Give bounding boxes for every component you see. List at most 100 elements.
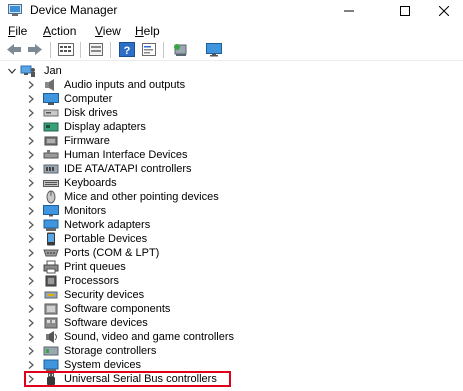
- chevron-right-icon[interactable]: [27, 221, 35, 229]
- chevron-right-icon[interactable]: [27, 193, 35, 201]
- properties-grid-icon[interactable]: [58, 42, 74, 57]
- chevron-right-icon[interactable]: [27, 361, 35, 369]
- firmware-icon: [43, 134, 59, 148]
- help-icon[interactable]: ?: [119, 42, 135, 57]
- toolbar-separator: [80, 42, 81, 58]
- tree-item[interactable]: Network adapters: [0, 218, 463, 232]
- tree-item[interactable]: Sound, video and game controllers: [0, 330, 463, 344]
- mouse-icon: [43, 190, 59, 204]
- hid-icon: [43, 148, 59, 162]
- tree-item[interactable]: Mice and other pointing devices: [0, 190, 463, 204]
- chevron-right-icon[interactable]: [27, 137, 35, 145]
- tree-item-label: Mice and other pointing devices: [64, 191, 219, 203]
- sound-controller-icon: [43, 330, 59, 344]
- tree-item-label: Sound, video and game controllers: [64, 331, 234, 343]
- toolbar-separator: [50, 42, 51, 58]
- tree-item-label: Computer: [64, 93, 113, 105]
- tree-item[interactable]: Keyboards: [0, 176, 463, 190]
- maximize-button[interactable]: [382, 0, 428, 21]
- properties-icon[interactable]: [141, 42, 157, 57]
- keyboard-icon: [43, 176, 59, 190]
- toolbar-separator: [110, 42, 111, 58]
- chevron-right-icon[interactable]: [27, 347, 35, 355]
- tree-item[interactable]: Firmware: [0, 134, 463, 148]
- tree-item[interactable]: Display adapters: [0, 120, 463, 134]
- tree-item-label: IDE ATA/ATAPI controllers: [64, 163, 192, 175]
- tree-item[interactable]: Portable Devices: [0, 232, 463, 246]
- tree-item[interactable]: IDE ATA/ATAPI controllers: [0, 162, 463, 176]
- menu-help[interactable]: Help: [135, 24, 160, 38]
- system-device-icon: [43, 358, 59, 372]
- back-arrow-icon[interactable]: [6, 42, 22, 57]
- tree-item-label: Storage controllers: [64, 345, 157, 357]
- chevron-down-icon[interactable]: [8, 67, 16, 75]
- tree-root-label: Jan: [44, 65, 62, 77]
- chevron-right-icon[interactable]: [27, 151, 35, 159]
- toolbar-separator: [163, 42, 164, 58]
- minimize-button[interactable]: [326, 0, 372, 21]
- forward-arrow-icon[interactable]: [27, 42, 43, 57]
- tree-item-label: Ports (COM & LPT): [64, 247, 160, 259]
- tree-item-label: Processors: [64, 275, 120, 287]
- menu-view[interactable]: View: [95, 24, 121, 38]
- tree-item[interactable]: Ports (COM & LPT): [0, 246, 463, 260]
- monitor-icon[interactable]: [206, 42, 222, 57]
- tree-item[interactable]: Storage controllers: [0, 344, 463, 358]
- computer-icon: [43, 92, 59, 106]
- chevron-right-icon[interactable]: [27, 109, 35, 117]
- menu-file[interactable]: File: [8, 24, 27, 38]
- tree-item-label: Software components: [64, 303, 171, 315]
- tree-item[interactable]: Security devices: [0, 288, 463, 302]
- tree-item-label: Security devices: [64, 289, 145, 301]
- tree-item-label: Monitors: [64, 205, 107, 217]
- tree-item-label: Print queues: [64, 261, 126, 273]
- chevron-right-icon[interactable]: [27, 249, 35, 257]
- tree-item-label: Audio inputs and outputs: [64, 79, 186, 91]
- scan-hardware-icon[interactable]: [172, 42, 188, 57]
- software-component-icon: [43, 302, 59, 316]
- tree-root[interactable]: Jan: [0, 64, 463, 78]
- tree-item-label: Network adapters: [64, 219, 151, 231]
- display-adapter-icon: [43, 120, 59, 134]
- title-bar: Device Manager: [0, 0, 463, 21]
- computer-user-icon: [20, 64, 36, 78]
- chevron-right-icon[interactable]: [27, 277, 35, 285]
- chevron-right-icon[interactable]: [27, 305, 35, 313]
- tree-item[interactable]: Audio inputs and outputs: [0, 78, 463, 92]
- chevron-right-icon[interactable]: [27, 207, 35, 215]
- security-device-icon: [43, 288, 59, 302]
- chevron-right-icon[interactable]: [27, 263, 35, 271]
- tree-item[interactable]: Monitors: [0, 204, 463, 218]
- chevron-right-icon[interactable]: [27, 165, 35, 173]
- tree-item-label: Keyboards: [64, 177, 117, 189]
- chevron-right-icon[interactable]: [27, 291, 35, 299]
- tree-item[interactable]: Disk drives: [0, 106, 463, 120]
- processor-icon: [43, 274, 59, 288]
- chevron-right-icon[interactable]: [27, 81, 35, 89]
- chevron-right-icon[interactable]: [27, 319, 35, 327]
- device-tree: Jan Audio inputs and outputs Computer Disk…: [0, 62, 463, 391]
- printer-icon: [43, 260, 59, 274]
- tree-item[interactable]: Human Interface Devices: [0, 148, 463, 162]
- disk-drive-icon: [43, 106, 59, 120]
- chevron-right-icon[interactable]: [27, 123, 35, 131]
- chevron-right-icon[interactable]: [27, 179, 35, 187]
- menu-action[interactable]: Action: [43, 24, 76, 38]
- tree-item[interactable]: Software devices: [0, 316, 463, 330]
- tree-item-label: System devices: [64, 359, 142, 371]
- tree-item[interactable]: Computer: [0, 92, 463, 106]
- storage-controller-icon: [43, 344, 59, 358]
- tree-item-label: Software devices: [64, 317, 148, 329]
- tree-item[interactable]: Processors: [0, 274, 463, 288]
- tree-item[interactable]: Print queues: [0, 260, 463, 274]
- chevron-right-icon[interactable]: [27, 333, 35, 341]
- network-adapter-icon: [43, 218, 59, 232]
- chevron-right-icon[interactable]: [27, 235, 35, 243]
- tree-item[interactable]: Software components: [0, 302, 463, 316]
- close-button[interactable]: [424, 0, 463, 21]
- update-driver-icon[interactable]: [88, 42, 104, 57]
- chevron-right-icon[interactable]: [27, 95, 35, 103]
- tree-item[interactable]: System devices: [0, 358, 463, 372]
- tree-item-label: Display adapters: [64, 121, 146, 133]
- device-manager-icon: [8, 4, 22, 17]
